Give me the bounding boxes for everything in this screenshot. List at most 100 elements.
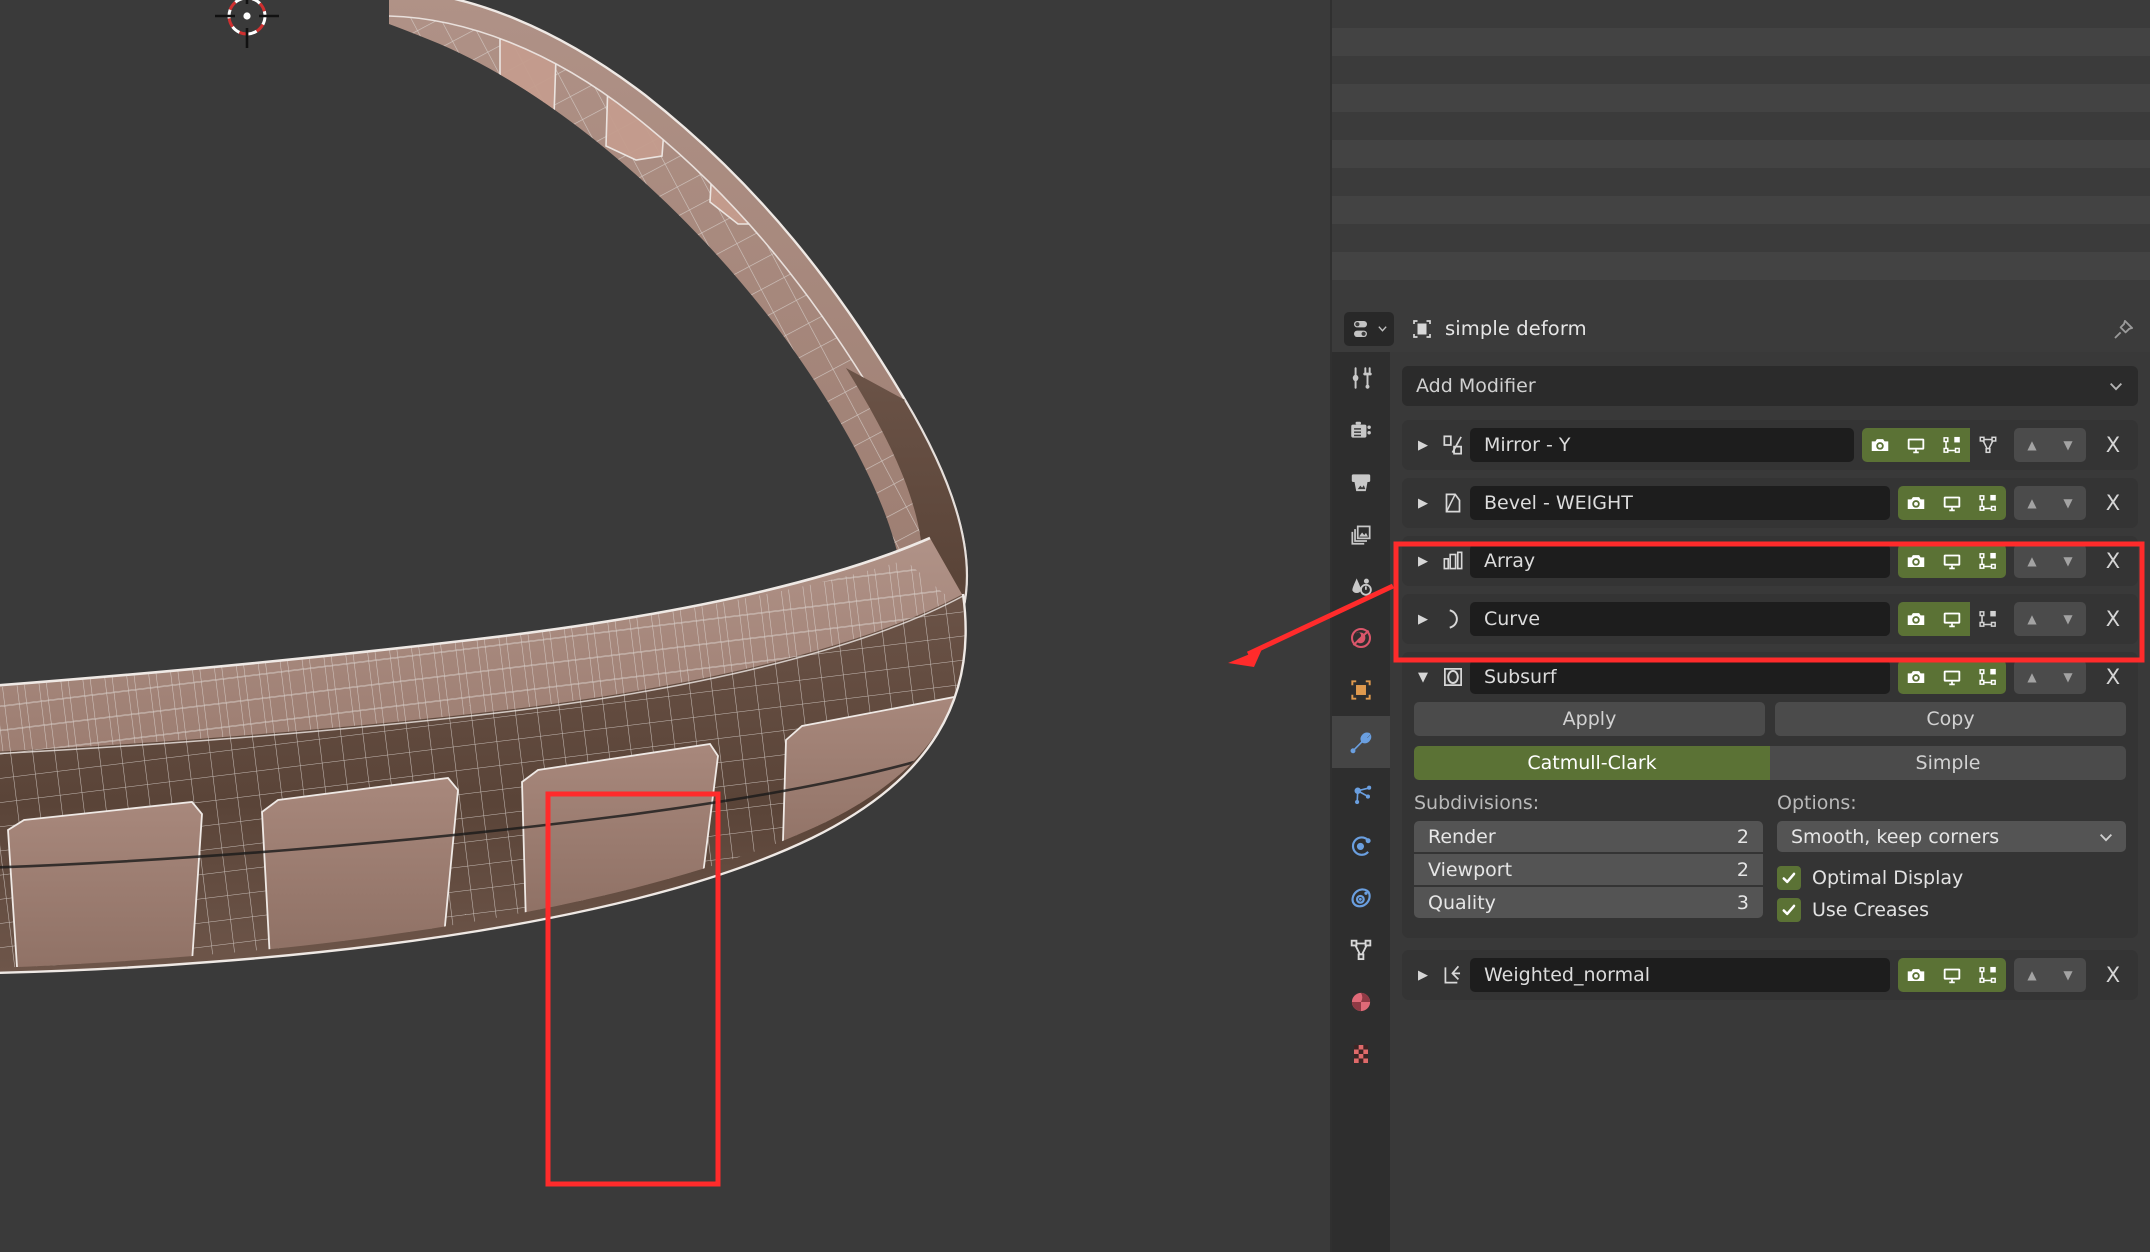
- quality-field[interactable]: Quality 3: [1414, 887, 1763, 918]
- sidebar-item-constraints[interactable]: [1332, 872, 1390, 924]
- modifier-name-input[interactable]: Subsurf: [1470, 660, 1890, 694]
- sidebar-item-scene[interactable]: [1332, 560, 1390, 612]
- triangle-right-icon[interactable]: ▶: [1410, 438, 1436, 453]
- sidebar-item-output[interactable]: [1332, 456, 1390, 508]
- modifier-card-mirror[interactable]: ▶ Mirror - Y: [1402, 420, 2138, 470]
- toggle-on-cage[interactable]: [1970, 428, 2006, 462]
- add-modifier-button[interactable]: Add Modifier: [1402, 366, 2138, 406]
- outliner-row[interactable]: [1332, 0, 2150, 28]
- sidebar-item-modifiers[interactable]: [1332, 716, 1390, 768]
- remove-modifier-button[interactable]: X: [2096, 486, 2130, 520]
- outliner-row[interactable]: [1332, 112, 2150, 140]
- toggle-realtime[interactable]: [1934, 486, 1970, 520]
- remove-modifier-button[interactable]: X: [2096, 958, 2130, 992]
- toggle-edit-mode[interactable]: [1934, 428, 1970, 462]
- move-up-button[interactable]: ▲: [2014, 660, 2050, 694]
- outliner-row[interactable]: [1332, 168, 2150, 196]
- render-subdivisions-field[interactable]: Render 2: [1414, 821, 1763, 852]
- modifier-reorder-buttons: ▲ ▼: [2014, 428, 2086, 462]
- uv-smooth-dropdown[interactable]: Smooth, keep corners: [1777, 821, 2126, 852]
- toggle-realtime[interactable]: [1934, 660, 1970, 694]
- use-creases-checkbox[interactable]: Use Creases: [1777, 894, 2126, 926]
- modifier-name-input[interactable]: Weighted_normal: [1470, 958, 1890, 992]
- move-down-button[interactable]: ▼: [2050, 660, 2086, 694]
- algorithm-simple[interactable]: Simple: [1770, 746, 2126, 780]
- remove-modifier-button[interactable]: X: [2096, 602, 2130, 636]
- toggle-realtime[interactable]: [1934, 602, 1970, 636]
- outliner-row[interactable]: [1332, 252, 2150, 280]
- modifier-name-input[interactable]: Curve: [1470, 602, 1890, 636]
- modifier-card-curve[interactable]: ▶ Curve: [1402, 594, 2138, 644]
- modifier-card-weighted-normal[interactable]: ▶ Weighted_normal: [1402, 950, 2138, 1000]
- toggle-realtime[interactable]: [1934, 958, 1970, 992]
- toggle-edit-mode[interactable]: [1970, 660, 2006, 694]
- toggle-render[interactable]: [1898, 544, 1934, 578]
- triangle-right-icon[interactable]: ▶: [1410, 496, 1436, 511]
- modifier-card-subsurf[interactable]: ▼ Subsurf: [1402, 652, 2138, 938]
- remove-modifier-button[interactable]: X: [2096, 428, 2130, 462]
- sidebar-item-object-data[interactable]: [1332, 924, 1390, 976]
- move-down-button[interactable]: ▼: [2050, 544, 2086, 578]
- triangle-right-icon[interactable]: ▶: [1410, 612, 1436, 627]
- sidebar-item-physics[interactable]: [1332, 820, 1390, 872]
- modifier-card-bevel[interactable]: ▶ Bevel - WEIGHT: [1402, 478, 2138, 528]
- move-down-button[interactable]: ▼: [2050, 602, 2086, 636]
- outliner-row[interactable]: [1332, 140, 2150, 168]
- toggle-realtime[interactable]: [1898, 428, 1934, 462]
- sidebar-item-world[interactable]: [1332, 612, 1390, 664]
- copy-button[interactable]: Copy: [1775, 702, 2126, 736]
- outliner-row[interactable]: [1332, 196, 2150, 224]
- sidebar-item-particles[interactable]: [1332, 768, 1390, 820]
- sidebar-item-render[interactable]: [1332, 404, 1390, 456]
- optimal-display-checkbox[interactable]: Optimal Display: [1777, 862, 2126, 894]
- particles-icon: [1348, 781, 1374, 807]
- modifier-card-array[interactable]: ▶ Array: [1402, 536, 2138, 586]
- triangle-right-icon[interactable]: ▶: [1410, 554, 1436, 569]
- modifier-name-input[interactable]: Array: [1470, 544, 1890, 578]
- sidebar-item-material[interactable]: [1332, 976, 1390, 1028]
- pin-icon[interactable]: [2110, 317, 2136, 347]
- toggle-realtime[interactable]: [1934, 544, 1970, 578]
- outliner-row[interactable]: [1332, 224, 2150, 252]
- remove-modifier-button[interactable]: X: [2096, 544, 2130, 578]
- move-up-button[interactable]: ▲: [2014, 544, 2050, 578]
- remove-modifier-button[interactable]: X: [2096, 660, 2130, 694]
- move-down-button[interactable]: ▼: [2050, 428, 2086, 462]
- edit-mode-icon: [1941, 434, 1963, 456]
- sidebar-item-view-layer[interactable]: [1332, 508, 1390, 560]
- 3d-viewport[interactable]: [0, 0, 1330, 1252]
- toggle-render[interactable]: [1898, 486, 1934, 520]
- toggle-render[interactable]: [1898, 660, 1934, 694]
- outliner-row[interactable]: [1332, 28, 2150, 56]
- sidebar-item-texture[interactable]: [1332, 1028, 1390, 1080]
- toggle-edit-mode[interactable]: [1970, 486, 2006, 520]
- move-up-button[interactable]: ▲: [2014, 428, 2050, 462]
- toggle-edit-mode[interactable]: [1970, 602, 2006, 636]
- toggle-edit-mode[interactable]: [1970, 958, 2006, 992]
- move-up-button[interactable]: ▲: [2014, 486, 2050, 520]
- editor-type-selector[interactable]: [1344, 312, 1394, 346]
- move-down-button[interactable]: ▼: [2050, 958, 2086, 992]
- outliner-editor[interactable]: [1332, 0, 2150, 305]
- triangle-right-icon[interactable]: ▶: [1410, 968, 1436, 983]
- outliner-row[interactable]: [1332, 56, 2150, 84]
- toggle-render[interactable]: [1898, 602, 1934, 636]
- outliner-row[interactable]: [1332, 84, 2150, 112]
- sidebar-item-tool[interactable]: [1332, 352, 1390, 404]
- modifier-name-input[interactable]: Mirror - Y: [1470, 428, 1854, 462]
- apply-button[interactable]: Apply: [1414, 702, 1765, 736]
- modifier-name-input[interactable]: Bevel - WEIGHT: [1470, 486, 1890, 520]
- triangle-down-icon[interactable]: ▼: [1410, 670, 1436, 685]
- move-up-button[interactable]: ▲: [2014, 602, 2050, 636]
- use-creases-label: Use Creases: [1812, 899, 1929, 921]
- algorithm-catmull-clark[interactable]: Catmull-Clark: [1414, 746, 1770, 780]
- toggle-render[interactable]: [1862, 428, 1898, 462]
- toggle-edit-mode[interactable]: [1970, 544, 2006, 578]
- outliner-row[interactable]: [1332, 280, 2150, 308]
- sidebar-item-object[interactable]: [1332, 664, 1390, 716]
- chevron-down-icon: [2098, 829, 2114, 845]
- viewport-subdivisions-field[interactable]: Viewport 2: [1414, 854, 1763, 885]
- move-up-button[interactable]: ▲: [2014, 958, 2050, 992]
- toggle-render[interactable]: [1898, 958, 1934, 992]
- move-down-button[interactable]: ▼: [2050, 486, 2086, 520]
